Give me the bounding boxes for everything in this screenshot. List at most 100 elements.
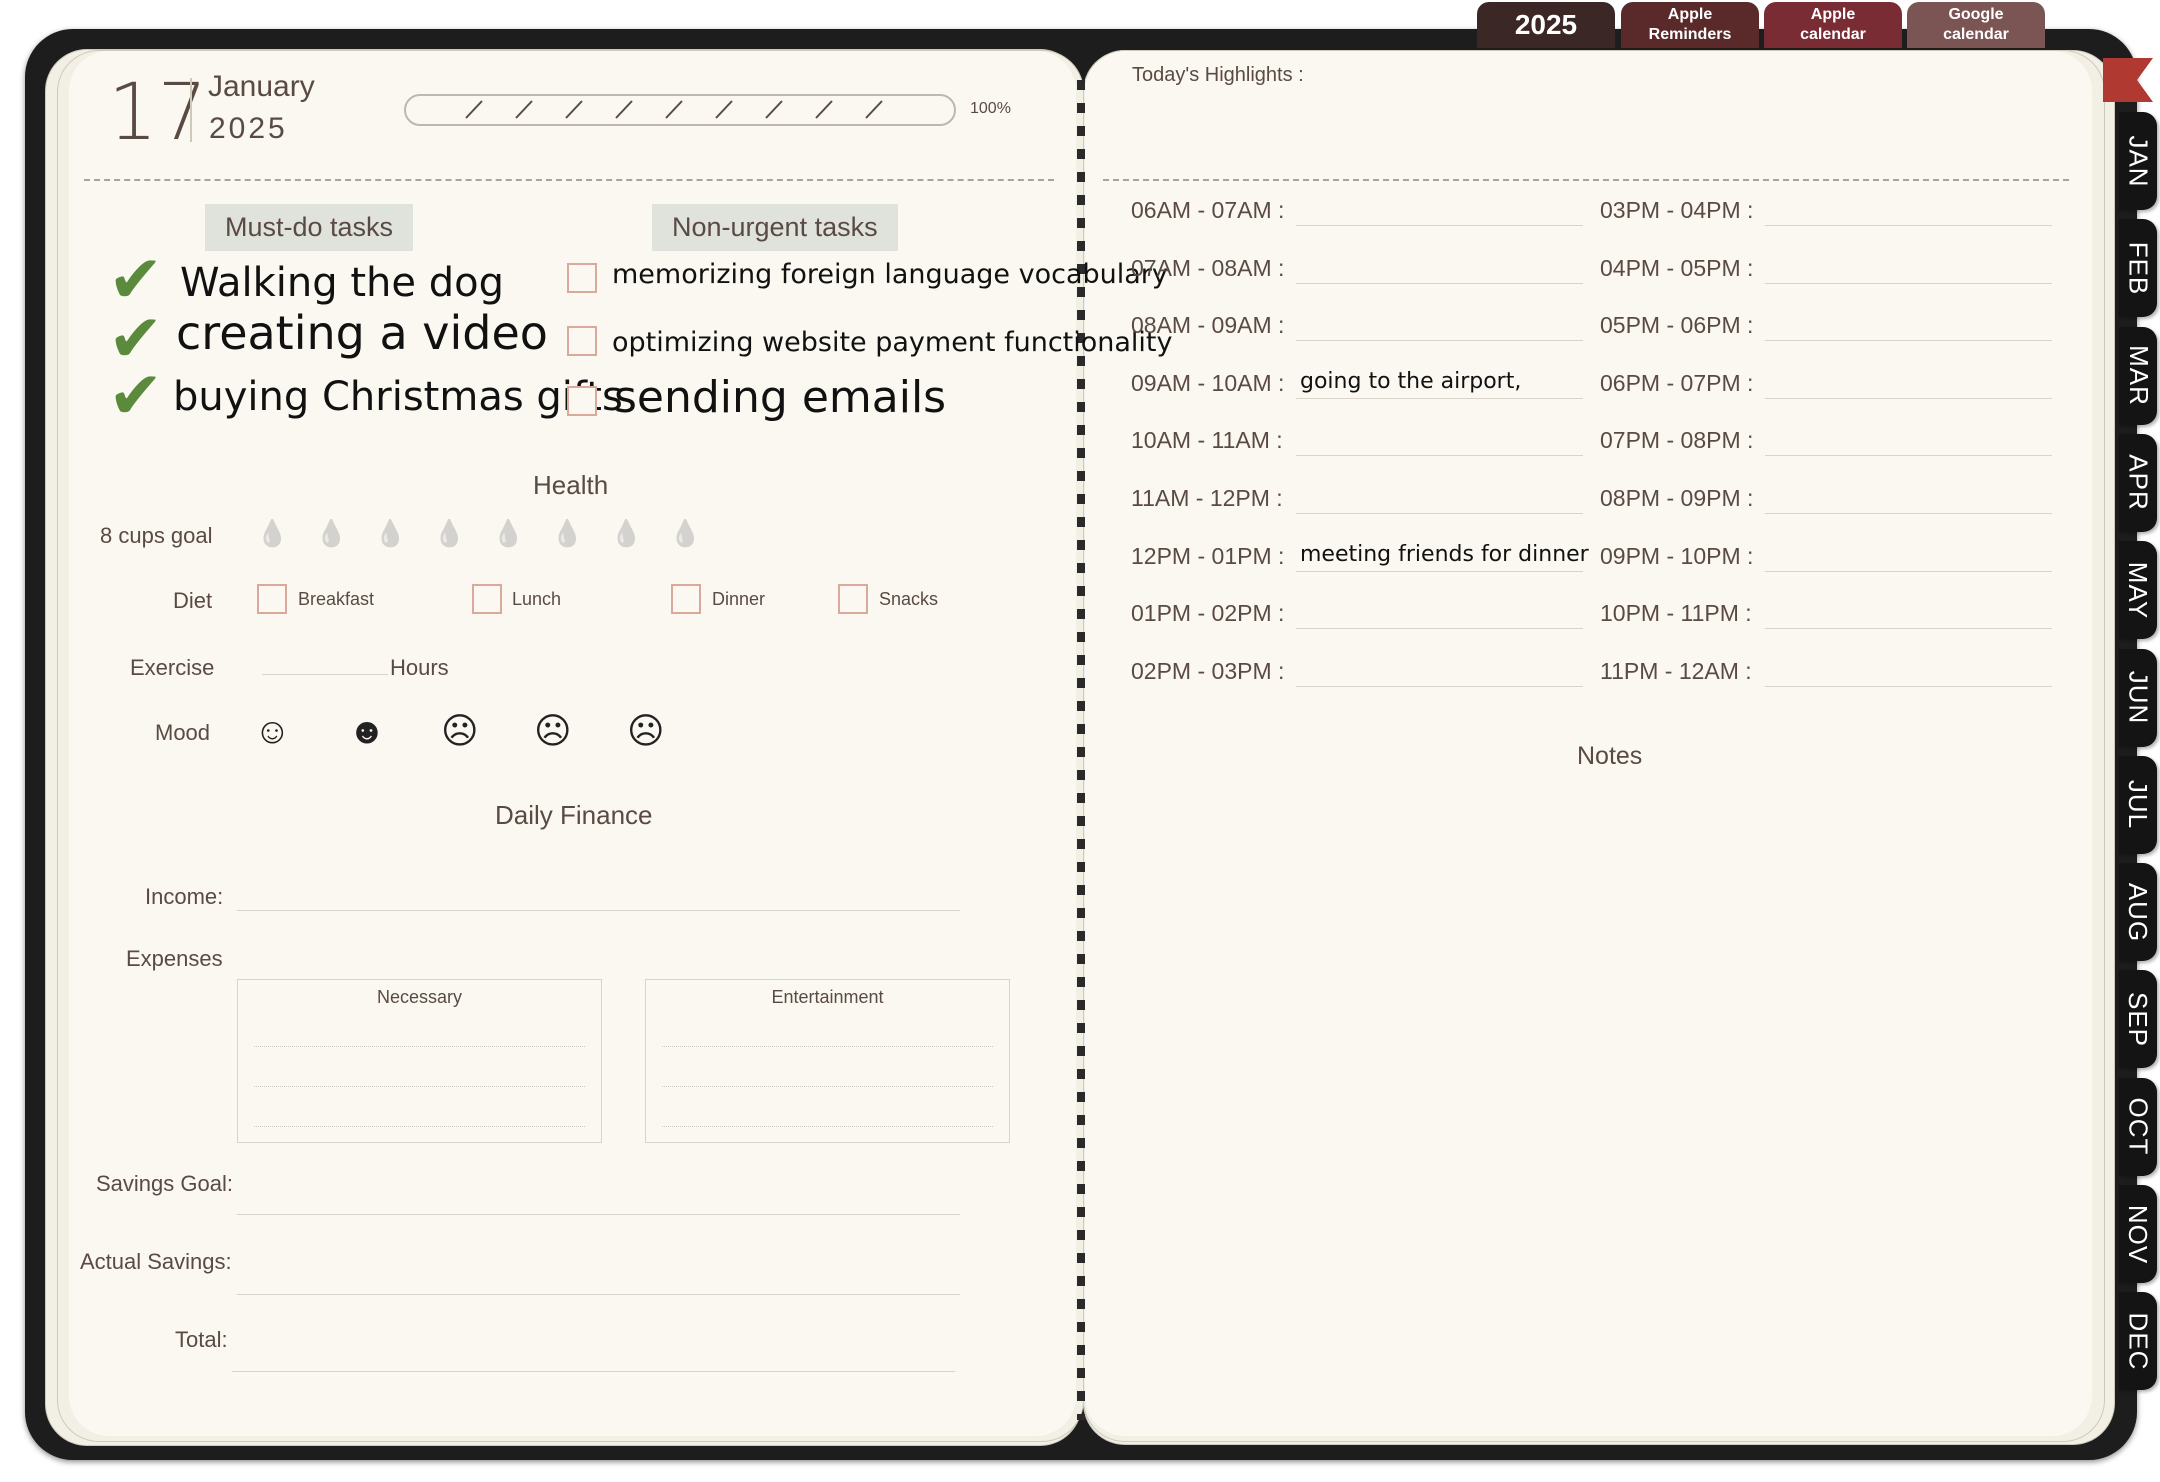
progress-segment — [615, 100, 633, 119]
income-label: Income: — [145, 884, 224, 909]
date-month: January — [208, 70, 315, 103]
time-slot-field[interactable] — [1296, 513, 1583, 514]
month-tab-aug[interactable]: AUG — [2119, 863, 2157, 962]
month-tab-mar[interactable]: MAR — [2119, 326, 2157, 425]
mood-crying-icon[interactable]: ☹ — [534, 710, 572, 752]
month-tab-dec[interactable]: DEC — [2119, 1292, 2157, 1391]
month-tab-jun[interactable]: JUN — [2119, 648, 2157, 747]
exercise-hours-field[interactable] — [262, 674, 388, 675]
tab-google-calendar-line2: calendar — [1943, 26, 2009, 43]
time-slot-field[interactable] — [1765, 685, 2052, 687]
tab-apple-calendar[interactable]: Apple calendar — [1764, 2, 1902, 48]
time-slot-field[interactable] — [1296, 685, 1583, 687]
time-slot-label: 06AM - 07AM : — [1131, 197, 1285, 223]
month-tab-sep[interactable]: SEP — [2119, 970, 2157, 1069]
water-goal-label: 8 cups goal — [100, 523, 213, 548]
time-slot-field[interactable] — [1296, 225, 1583, 226]
check-icon[interactable]: ✔ — [108, 362, 163, 428]
time-slot-label: 11PM - 12AM : — [1600, 657, 1752, 684]
tab-google-calendar[interactable]: Google calendar — [1907, 2, 2045, 48]
water-drop-icon[interactable]: 💧 — [433, 518, 465, 549]
mood-content-icon[interactable]: ☻ — [348, 710, 386, 752]
time-slot-label: 07AM - 08AM : — [1131, 254, 1285, 281]
total-field[interactable] — [232, 1371, 955, 1372]
notes-area[interactable] — [1103, 790, 2069, 1410]
time-slot-field[interactable] — [1296, 628, 1583, 630]
time-slot-field[interactable] — [1765, 340, 2052, 342]
date-year: 2025 — [209, 112, 288, 145]
diet-checkbox-breakfast[interactable] — [257, 584, 287, 614]
must-do-task-3[interactable]: buying Christmas gifts — [173, 374, 623, 420]
diet-checkbox-snacks[interactable] — [838, 584, 868, 614]
water-drop-icon[interactable]: 💧 — [610, 518, 642, 549]
time-slot-label: 07PM - 08PM : — [1600, 427, 1754, 454]
must-do-task-2[interactable]: creating a video — [176, 306, 548, 360]
water-drop-icon[interactable]: 💧 — [374, 518, 406, 549]
month-tab-label: NOV — [2123, 1204, 2154, 1264]
progress-segment — [665, 100, 683, 119]
progress-segment — [865, 100, 883, 119]
diet-checkbox-lunch[interactable] — [472, 584, 502, 614]
progress-segment — [565, 100, 583, 119]
month-tab-jul[interactable]: JUL — [2119, 755, 2157, 854]
entertainment-box[interactable]: Entertainment — [645, 979, 1010, 1143]
entertainment-line — [662, 1126, 993, 1127]
actual-savings-label: Actual Savings: — [80, 1249, 232, 1274]
month-tab-feb[interactable]: FEB — [2119, 219, 2157, 318]
header-divider — [84, 179, 1054, 181]
time-slot-field[interactable] — [1296, 455, 1583, 457]
non-urgent-checkbox-2[interactable] — [567, 326, 597, 356]
time-slot-label: 05PM - 06PM : — [1600, 312, 1754, 339]
progress-segment — [515, 100, 533, 119]
time-slot-field[interactable] — [1296, 570, 1583, 572]
savings-goal-field[interactable] — [237, 1214, 960, 1215]
progress-bar[interactable] — [404, 94, 956, 126]
tab-year[interactable]: 2025 — [1477, 2, 1615, 48]
necessary-box[interactable]: Necessary — [237, 979, 602, 1143]
time-slot-field[interactable] — [1765, 513, 2052, 514]
non-urgent-checkbox-3[interactable] — [567, 386, 597, 416]
mood-happy-icon[interactable]: ☺ — [254, 710, 291, 752]
mood-angry-icon[interactable]: ☹ — [441, 710, 479, 752]
month-tab-jan[interactable]: JAN — [2119, 112, 2157, 210]
must-do-task-1[interactable]: Walking the dog — [180, 260, 504, 306]
date-day: 17 — [108, 68, 208, 158]
mood-sad-icon[interactable]: ☹ — [627, 710, 665, 752]
non-urgent-task-1[interactable]: memorizing foreign language vocabulary — [612, 259, 1168, 290]
month-tab-label: SEP — [2123, 991, 2154, 1047]
water-drop-icon[interactable]: 💧 — [669, 518, 701, 549]
tab-apple-reminders[interactable]: Apple Reminders — [1621, 2, 1759, 48]
time-slot-field[interactable] — [1296, 397, 1583, 399]
diet-checkbox-dinner[interactable] — [671, 584, 701, 614]
water-drop-icon[interactable]: 💧 — [256, 518, 288, 549]
finance-title: Daily Finance — [495, 800, 653, 830]
non-urgent-task-3[interactable]: sending emails — [614, 372, 946, 423]
month-tab-may[interactable]: MAY — [2119, 541, 2157, 640]
income-field[interactable] — [237, 910, 960, 911]
time-slot-label: 10PM - 11PM : — [1600, 600, 1752, 627]
time-slot-field[interactable] — [1765, 225, 2052, 226]
time-slot-field[interactable] — [1296, 340, 1583, 342]
time-slot-field[interactable] — [1765, 282, 2052, 284]
actual-savings-field[interactable] — [237, 1294, 960, 1295]
progress-segment — [765, 100, 783, 119]
month-tab-oct[interactable]: OCT — [2119, 1077, 2157, 1176]
non-urgent-checkbox-1[interactable] — [567, 263, 597, 293]
time-slot-field[interactable] — [1765, 628, 2052, 630]
time-slot-entry[interactable]: going to the airport, — [1300, 369, 1521, 394]
time-slot-field[interactable] — [1765, 570, 2052, 572]
time-slot-entry[interactable]: meeting friends for dinner — [1300, 542, 1589, 567]
time-slot-field[interactable] — [1296, 282, 1583, 284]
entertainment-line — [662, 1086, 993, 1087]
non-urgent-task-2[interactable]: optimizing website payment functionality — [612, 327, 1173, 358]
time-slot-field[interactable] — [1765, 397, 2052, 399]
water-drop-icon[interactable]: 💧 — [492, 518, 524, 549]
water-drop-icon[interactable]: 💧 — [551, 518, 583, 549]
tab-apple-calendar-line2: calendar — [1800, 26, 1866, 43]
diet-label: Diet — [173, 588, 213, 613]
bookmark-ribbon-icon[interactable] — [2103, 58, 2153, 102]
time-slot-field[interactable] — [1765, 455, 2052, 457]
water-drop-icon[interactable]: 💧 — [315, 518, 347, 549]
month-tab-apr[interactable]: APR — [2119, 433, 2157, 532]
month-tab-nov[interactable]: NOV — [2119, 1185, 2157, 1283]
